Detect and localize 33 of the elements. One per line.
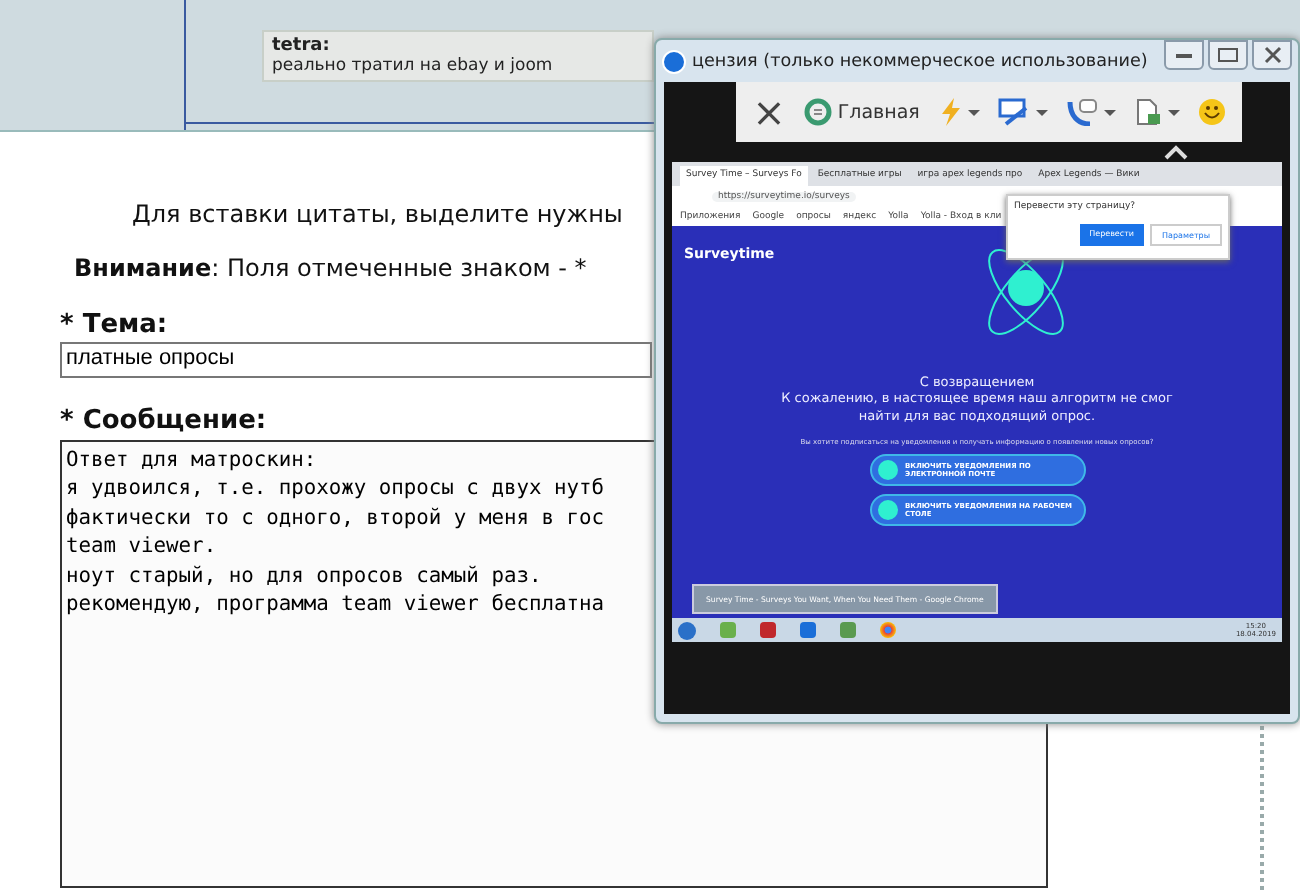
close-button[interactable]: × [752,98,786,126]
message-label: * Сообщение: [60,406,267,436]
toolbar-button[interactable] [997,98,1048,126]
phone-icon [1065,98,1098,126]
home-button[interactable]: Главная [803,98,920,126]
maximize-button[interactable] [1208,40,1248,70]
toolbar-button[interactable] [1197,98,1226,126]
toolbar-button[interactable] [1133,98,1180,126]
subject-label: * Тема: [60,310,168,340]
lightning-icon [937,98,962,126]
collapse-icon[interactable] [1162,142,1190,162]
smiley-icon [1197,98,1226,126]
toolbar-button[interactable] [1065,98,1116,126]
browser-icon[interactable] [880,622,896,638]
caret-icon [1167,109,1180,115]
quote-author: tetra: [272,36,332,56]
quote-text: реально тратил на ebay и joom [272,56,555,76]
close-icon [1263,46,1281,64]
hint-text: Для вставки цитаты, выделите нужны [132,200,623,228]
caret-icon [1103,109,1116,115]
home-icon [803,98,832,126]
caret-icon [1035,109,1048,115]
window-title: цензия (только некоммерческое использование) [692,51,1148,71]
app-icon[interactable] [760,622,776,638]
caret-icon [967,109,980,115]
start-button[interactable] [678,621,696,639]
close-button[interactable] [1252,40,1292,70]
warning-text: Внимание: Поля отмеченные знаком - * [74,254,587,282]
subject-field[interactable]: платные опросы [60,342,652,378]
monitor-icon [997,98,1030,126]
toolbar-button[interactable] [937,98,980,126]
minimize-button[interactable] [1164,40,1204,70]
file-icon [1133,98,1162,126]
